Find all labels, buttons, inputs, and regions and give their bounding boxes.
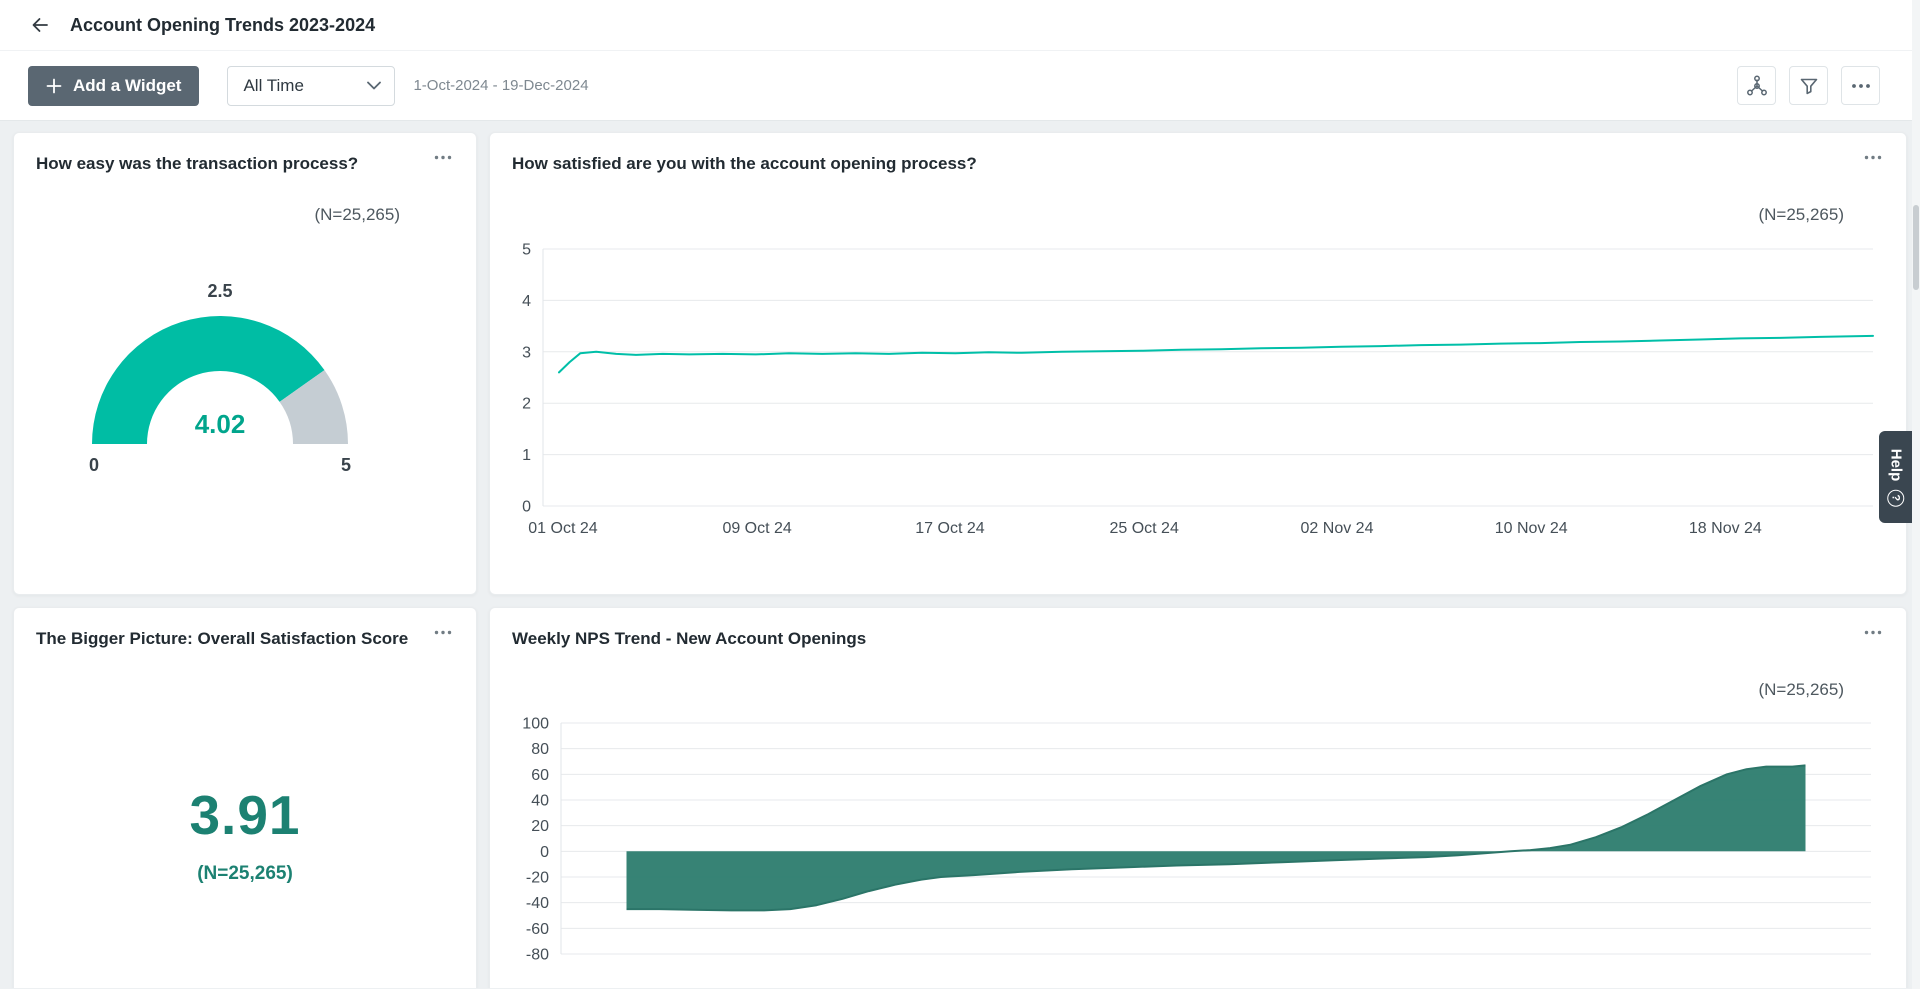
add-widget-button[interactable]: Add a Widget xyxy=(28,66,199,106)
widget-menu-button[interactable] xyxy=(428,153,458,162)
svg-text:60: 60 xyxy=(531,767,549,784)
svg-text:40: 40 xyxy=(531,793,549,810)
svg-text:4: 4 xyxy=(522,293,531,310)
svg-text:100: 100 xyxy=(522,717,549,733)
more-horizontal-icon xyxy=(434,630,452,635)
svg-text:18 Nov 24: 18 Nov 24 xyxy=(1689,520,1762,537)
svg-text:-80: -80 xyxy=(526,947,549,964)
widget-menu-button[interactable] xyxy=(428,628,458,637)
time-filter-value: All Time xyxy=(243,76,303,96)
more-horizontal-icon xyxy=(1864,630,1882,635)
dashboard-page: Account Opening Trends 2023-2024 Add a W… xyxy=(0,0,1920,989)
svg-text:3: 3 xyxy=(522,344,531,361)
widget-transaction-ease: How easy was the transaction process? (N… xyxy=(13,132,477,595)
scrollbar-thumb[interactable] xyxy=(1913,205,1919,290)
svg-text:20: 20 xyxy=(531,818,549,835)
overall-score-value: 3.91 xyxy=(189,783,300,847)
page-title: Account Opening Trends 2023-2024 xyxy=(70,15,375,36)
widget-title: How easy was the transaction process? xyxy=(36,153,358,175)
share-nodes-icon xyxy=(1746,75,1768,97)
nps-area-chart[interactable]: 100 80 60 40 20 0 -20 -40 -60 -80 xyxy=(490,717,1906,984)
svg-text:4.02: 4.02 xyxy=(195,409,246,439)
header: Account Opening Trends 2023-2024 xyxy=(0,0,1920,51)
satisfaction-line-chart[interactable]: 5 4 3 2 1 0 01 Oct 24 09 Oct 24 17 Oct 24 25 Oct … xyxy=(490,233,1906,550)
toolbar-actions xyxy=(1737,66,1892,105)
sample-size-label: (N=25,265) xyxy=(14,205,476,225)
widget-menu-button[interactable] xyxy=(1858,153,1888,162)
more-horizontal-icon xyxy=(1864,155,1882,160)
more-horizontal-icon xyxy=(434,155,452,160)
filter-funnel-icon xyxy=(1799,76,1819,96)
widget-title: The Bigger Picture: Overall Satisfaction… xyxy=(36,628,408,650)
more-horizontal-icon xyxy=(1851,83,1871,89)
svg-text:80: 80 xyxy=(531,741,549,758)
widget-grid: How easy was the transaction process? (N… xyxy=(0,121,1920,988)
widget-menu-button[interactable] xyxy=(1858,628,1888,637)
svg-text:-20: -20 xyxy=(526,870,549,887)
svg-text:5: 5 xyxy=(341,455,351,475)
help-label: Help xyxy=(1887,448,1904,481)
svg-text:09 Oct 24: 09 Oct 24 xyxy=(722,520,791,537)
gauge-chart[interactable]: 2.5 4.02 0 5 xyxy=(14,281,476,481)
sample-size-label: (N=25,265) xyxy=(490,680,1906,700)
widget-title: How satisfied are you with the account o… xyxy=(512,153,977,175)
filter-button[interactable] xyxy=(1789,66,1828,105)
svg-text:0: 0 xyxy=(540,844,549,861)
help-tab[interactable]: Help ? xyxy=(1879,431,1912,523)
question-circle-icon: ? xyxy=(1887,489,1904,506)
date-range-label: 1-Oct-2024 - 19-Dec-2024 xyxy=(413,77,588,94)
svg-text:01 Oct 24: 01 Oct 24 xyxy=(528,520,597,537)
svg-text:2.5: 2.5 xyxy=(207,281,232,301)
time-filter-select[interactable]: All Time xyxy=(227,66,395,106)
scrollbar-track[interactable] xyxy=(1912,0,1920,989)
widget-satisfaction-trend: How satisfied are you with the account o… xyxy=(489,132,1907,595)
svg-text:-60: -60 xyxy=(526,921,549,938)
svg-text:1: 1 xyxy=(522,447,531,464)
more-options-button[interactable] xyxy=(1841,66,1880,105)
sample-size-label: (N=25,265) xyxy=(490,205,1906,225)
svg-text:0: 0 xyxy=(89,455,99,475)
chevron-down-icon xyxy=(367,81,381,90)
svg-text:2: 2 xyxy=(522,396,531,413)
sample-size-label: (N=25,265) xyxy=(197,863,293,885)
back-button[interactable] xyxy=(26,11,54,39)
svg-text:5: 5 xyxy=(522,242,531,259)
arrow-left-icon xyxy=(30,15,50,35)
svg-text:02 Nov 24: 02 Nov 24 xyxy=(1301,520,1374,537)
svg-text:0: 0 xyxy=(522,499,531,516)
svg-text:-40: -40 xyxy=(526,895,549,912)
share-nodes-button[interactable] xyxy=(1737,66,1776,105)
widget-title: Weekly NPS Trend - New Account Openings xyxy=(512,628,866,650)
add-widget-label: Add a Widget xyxy=(73,76,181,96)
svg-text:10 Nov 24: 10 Nov 24 xyxy=(1495,520,1568,537)
svg-text:17 Oct 24: 17 Oct 24 xyxy=(915,520,984,537)
plus-icon xyxy=(46,78,62,94)
svg-text:25 Oct 24: 25 Oct 24 xyxy=(1109,520,1178,537)
widget-overall-score: The Bigger Picture: Overall Satisfaction… xyxy=(13,607,477,988)
widget-nps-trend: Weekly NPS Trend - New Account Openings … xyxy=(489,607,1907,988)
toolbar: Add a Widget All Time 1-Oct-2024 - 19-De… xyxy=(0,51,1920,121)
